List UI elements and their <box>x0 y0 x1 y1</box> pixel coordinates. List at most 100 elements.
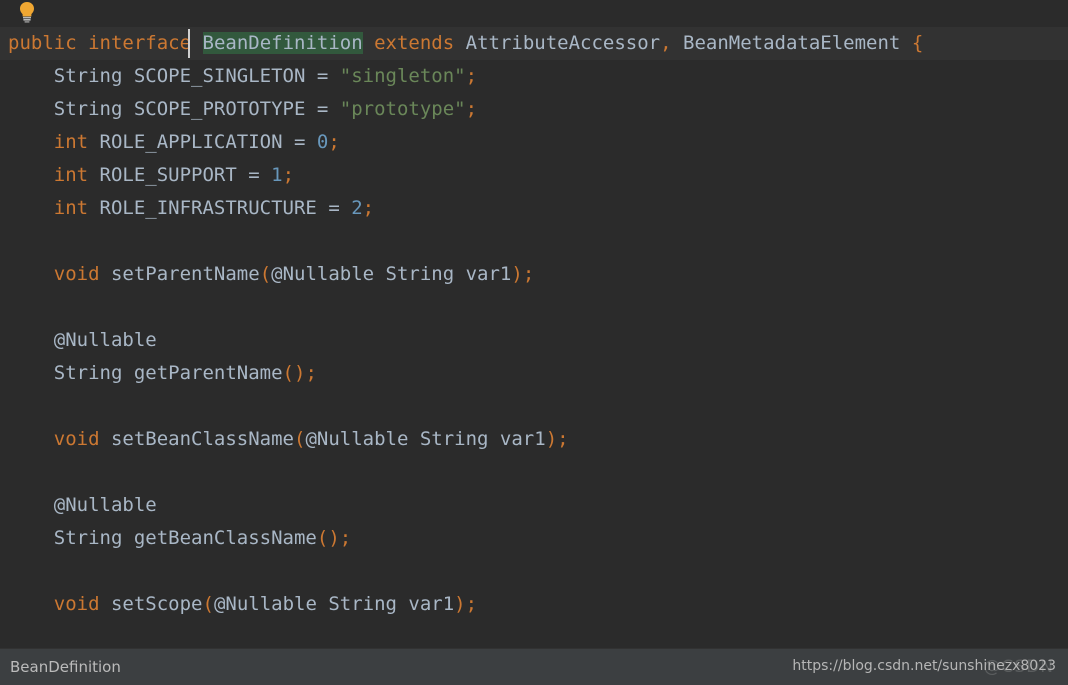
code-line[interactable] <box>0 390 1068 423</box>
code-line[interactable]: String SCOPE_SINGLETON = "singleton"; <box>0 60 1068 93</box>
code-token: interface <box>88 32 192 54</box>
code-token: ) <box>545 428 558 450</box>
code-token: = <box>248 164 260 186</box>
code-token: @Nullable <box>213 593 317 615</box>
code-token: = <box>294 131 306 153</box>
code-line[interactable] <box>0 291 1068 324</box>
code-token: ; <box>465 65 478 87</box>
code-editor[interactable]: public interface BeanDefinition extends … <box>0 27 1068 648</box>
code-token: void <box>53 593 100 615</box>
code-line[interactable] <box>0 456 1068 489</box>
code-token: "singleton" <box>339 65 466 87</box>
code-line[interactable]: void setScope(@Nullable String var1); <box>0 588 1068 621</box>
code-token: String var1 <box>316 593 455 615</box>
code-token: ; <box>557 428 569 450</box>
code-token: void <box>53 428 100 450</box>
code-token: ROLE_APPLICATION <box>88 131 294 153</box>
code-token: @Nullable <box>53 329 157 351</box>
code-token: ; <box>362 197 375 219</box>
code-token: 1 <box>271 164 283 186</box>
code-line[interactable]: @Nullable <box>0 489 1068 522</box>
code-token: SCOPE_PROTOTYPE <box>122 98 317 120</box>
code-token: setParentName <box>99 263 260 285</box>
code-line[interactable]: int ROLE_INFRASTRUCTURE = 2; <box>0 192 1068 225</box>
text-caret <box>188 29 190 58</box>
code-token: ; <box>465 98 478 120</box>
code-token: ; <box>465 593 478 615</box>
code-line[interactable]: String SCOPE_PROTOTYPE = "prototype"; <box>0 93 1068 126</box>
editor-window: public interface BeanDefinition extends … <box>0 0 1068 685</box>
code-token: setBeanClassName <box>99 428 294 450</box>
code-token: String var1 <box>408 428 546 450</box>
code-token: () <box>282 362 306 384</box>
code-token: public <box>8 32 77 54</box>
code-token: String getParentName <box>53 362 283 384</box>
lightbulb-icon[interactable] <box>18 1 36 23</box>
code-token: ROLE_SUPPORT <box>88 164 249 186</box>
code-line[interactable]: public interface BeanDefinition extends … <box>0 27 1068 60</box>
intention-bar <box>0 0 1068 27</box>
code-token: ; <box>282 164 295 186</box>
code-token: @Nullable <box>305 428 409 450</box>
watermark-url: https://blog.csdn.net/sunshinezx8023 <box>792 658 1056 674</box>
code-token: 2 <box>351 197 363 219</box>
code-token: setScope <box>99 593 203 615</box>
code-token: ( <box>294 428 306 450</box>
code-token: = <box>316 98 329 120</box>
code-token: SCOPE_SINGLETON <box>122 65 317 87</box>
code-line[interactable]: void setParentName(@Nullable String var1… <box>0 258 1068 291</box>
code-token: AttributeAccessor <box>465 32 661 54</box>
code-token: () <box>316 527 340 549</box>
code-token: int <box>53 131 89 153</box>
code-token: String <box>53 65 123 87</box>
code-line[interactable]: void setBeanClassName(@Nullable String v… <box>0 423 1068 456</box>
code-token: BeanDefinition <box>202 32 363 54</box>
code-token: ; <box>522 263 535 285</box>
code-token: @Nullable <box>271 263 375 285</box>
code-token: @Nullable <box>53 494 157 516</box>
code-line[interactable] <box>0 555 1068 588</box>
code-token: ( <box>259 263 272 285</box>
code-token: ROLE_INFRASTRUCTURE <box>88 197 329 219</box>
code-token: ) <box>511 263 523 285</box>
code-line[interactable]: String getParentName(); <box>0 357 1068 390</box>
code-line[interactable]: int ROLE_APPLICATION = 0; <box>0 126 1068 159</box>
code-token: ( <box>202 593 214 615</box>
code-token: 0 <box>316 131 329 153</box>
code-token: int <box>53 164 89 186</box>
code-token: String var1 <box>374 263 512 285</box>
code-token: ; <box>328 131 340 153</box>
code-line[interactable]: @Nullable <box>0 324 1068 357</box>
code-token: = <box>328 197 340 219</box>
code-line[interactable] <box>0 225 1068 258</box>
code-line[interactable]: int ROLE_SUPPORT = 1; <box>0 159 1068 192</box>
code-token: String <box>53 98 123 120</box>
code-token: extends <box>374 32 455 54</box>
breadcrumb[interactable]: BeanDefinition <box>10 658 121 676</box>
code-line[interactable]: String getBeanClassName(); <box>0 522 1068 555</box>
code-token: void <box>53 263 100 285</box>
code-token: ; <box>305 362 317 384</box>
